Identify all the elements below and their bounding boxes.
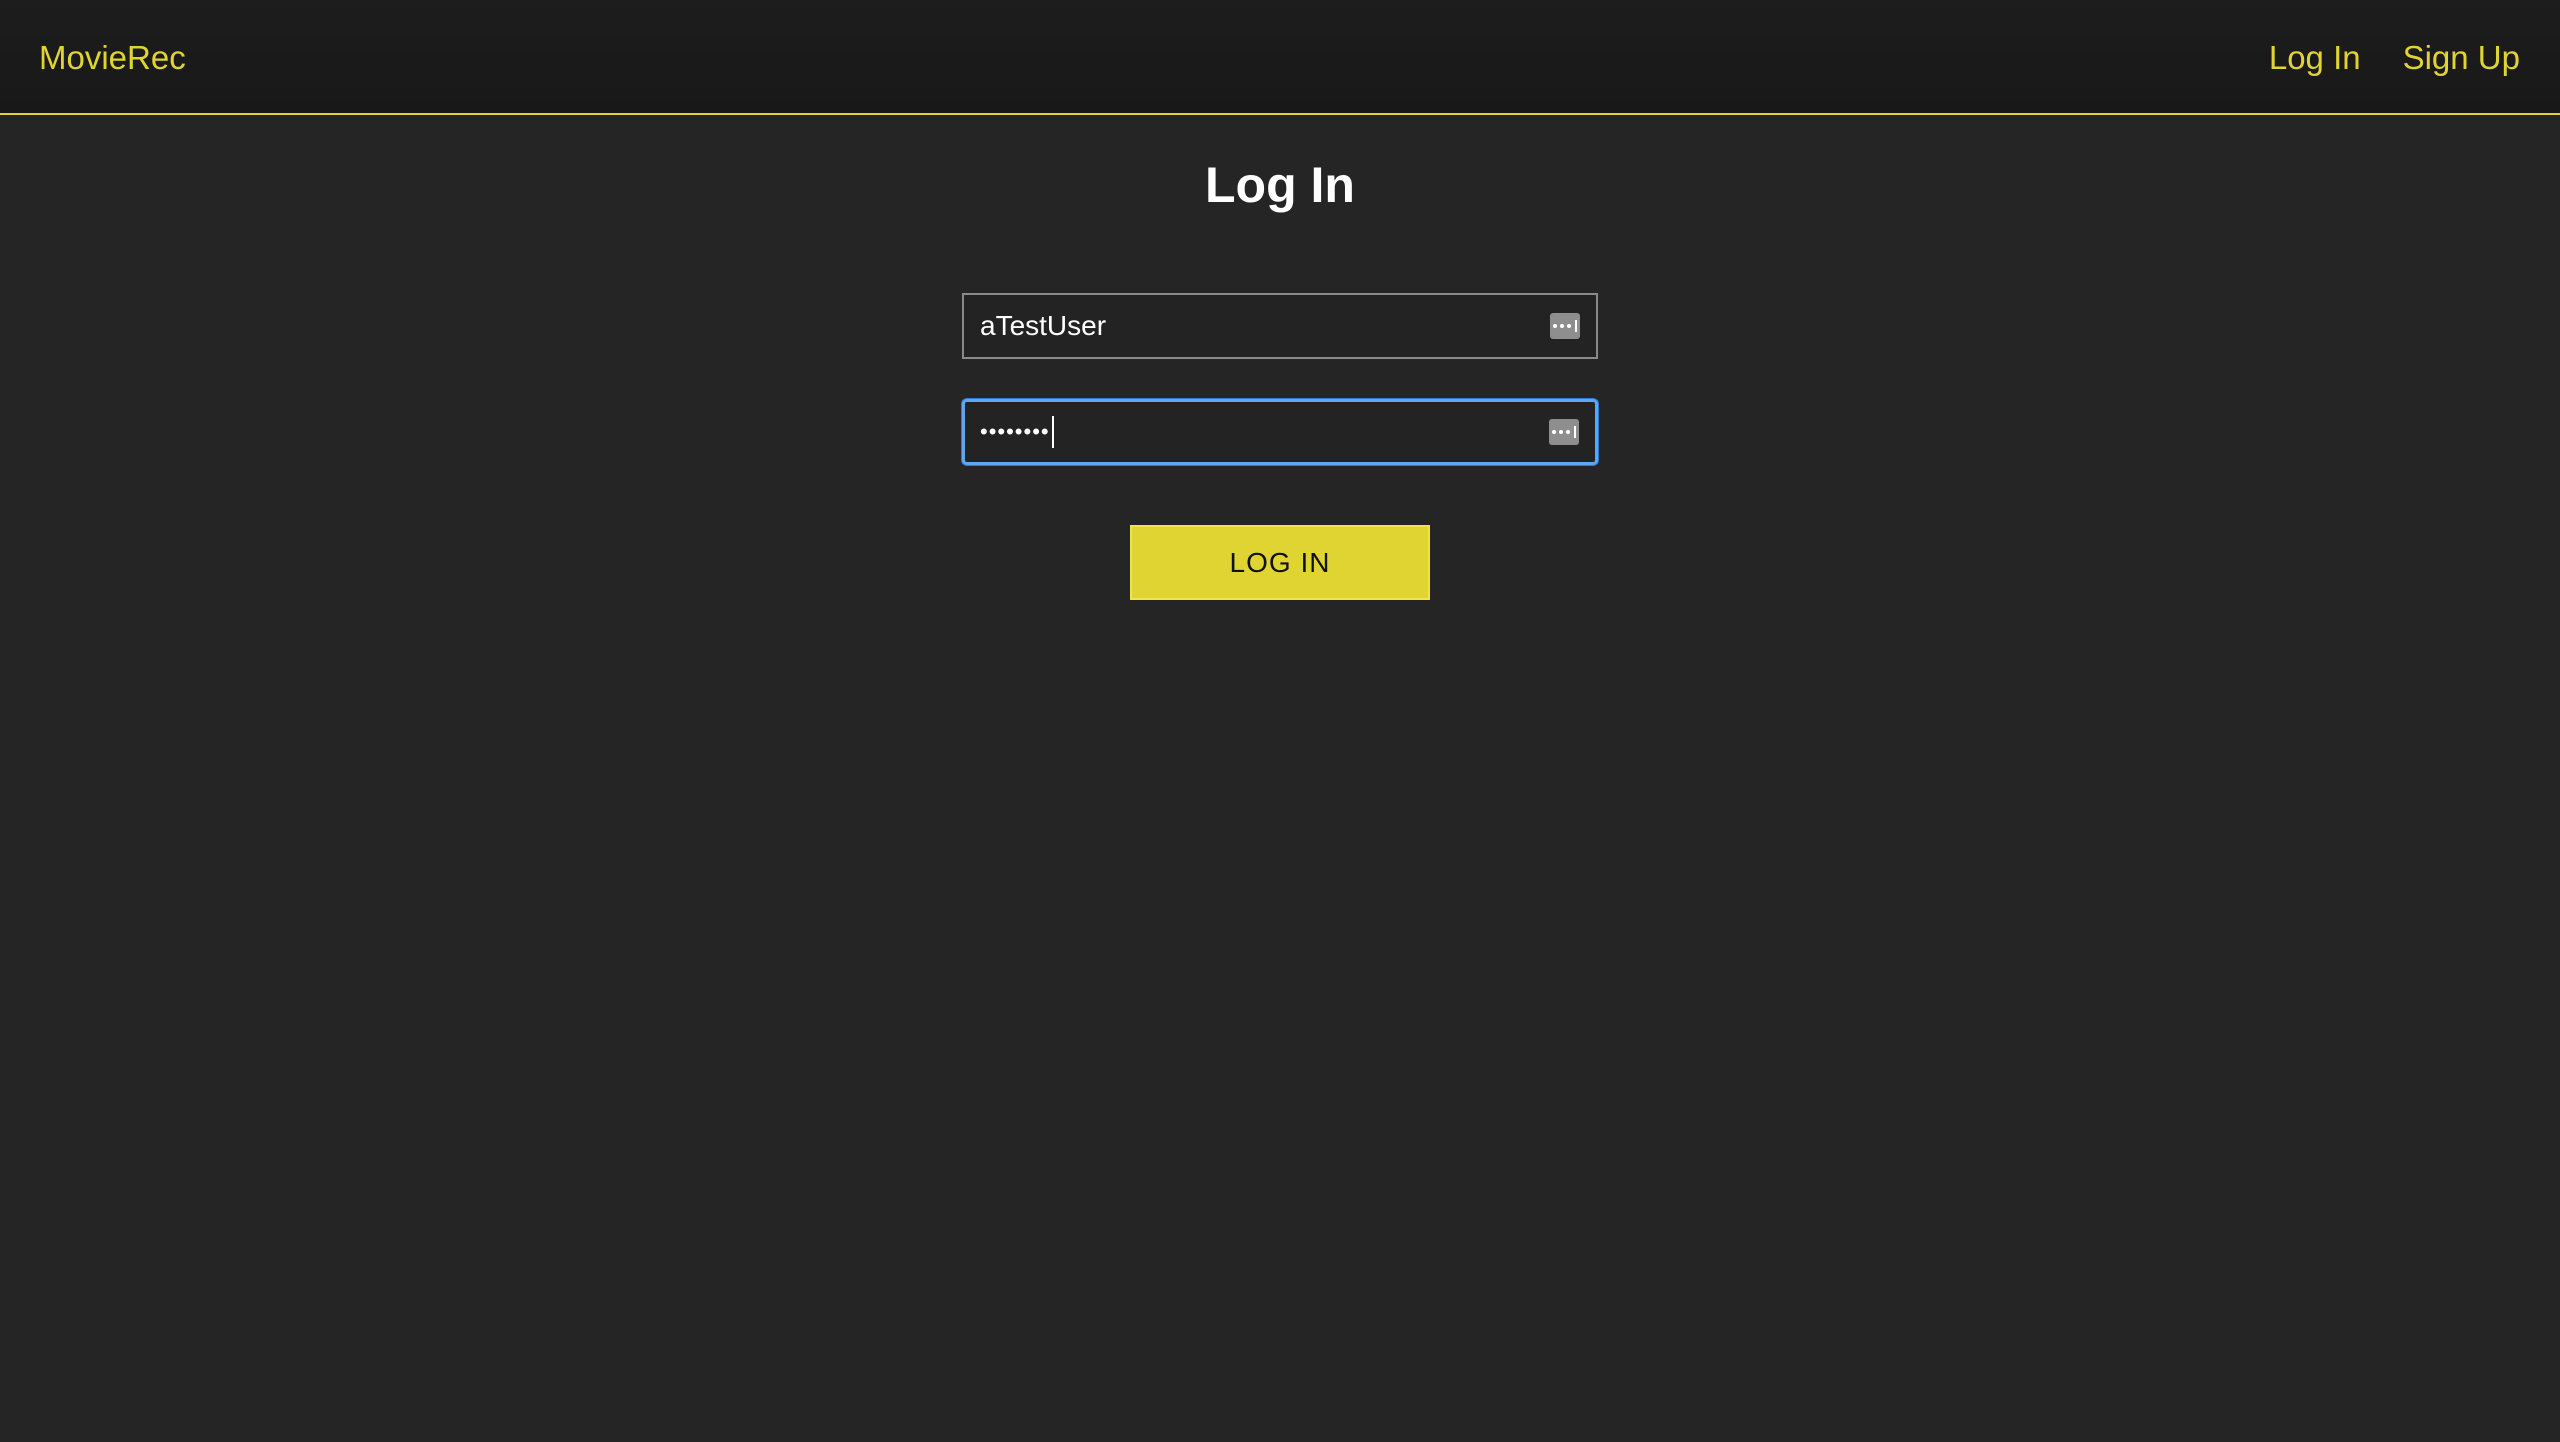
password-value: •••••••• bbox=[980, 402, 1054, 462]
password-input[interactable]: •••••••• bbox=[962, 399, 1598, 465]
page-title: Log In bbox=[1205, 157, 1355, 213]
navbar: MovieRec Log In Sign Up bbox=[0, 0, 2560, 115]
nav-links: Log In Sign Up bbox=[2269, 0, 2520, 115]
text-caret bbox=[1051, 416, 1054, 448]
password-manager-icon[interactable] bbox=[1550, 313, 1580, 339]
nav-login-link[interactable]: Log In bbox=[2269, 39, 2361, 77]
username-input[interactable]: aTestUser bbox=[962, 293, 1598, 359]
password-mask: •••••••• bbox=[980, 419, 1050, 444]
password-manager-icon[interactable] bbox=[1549, 419, 1579, 445]
username-value: aTestUser bbox=[980, 310, 1107, 341]
login-button[interactable]: LOG IN bbox=[1130, 525, 1430, 600]
brand-link[interactable]: MovieRec bbox=[39, 0, 186, 115]
nav-signup-link[interactable]: Sign Up bbox=[2403, 39, 2520, 77]
